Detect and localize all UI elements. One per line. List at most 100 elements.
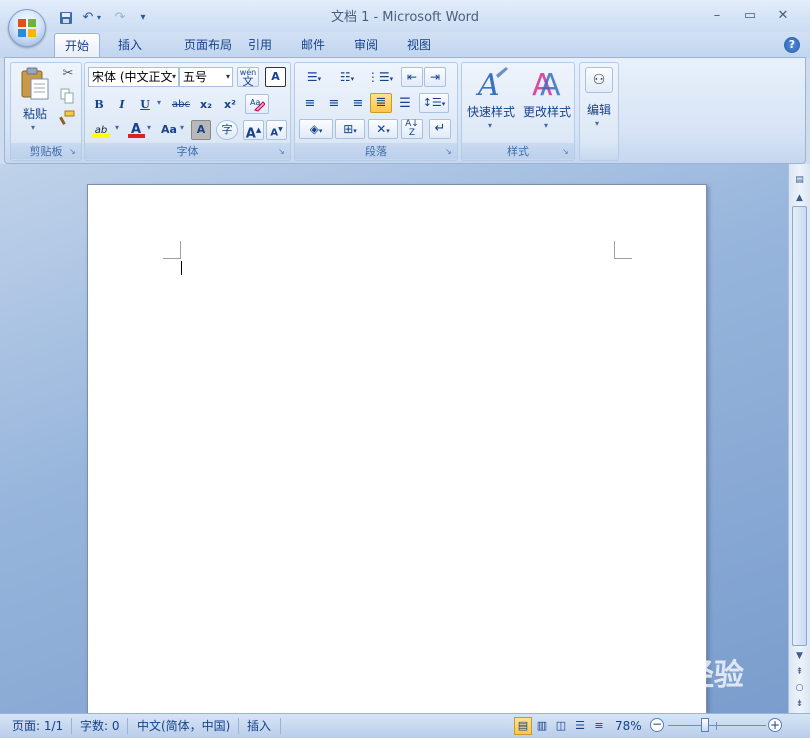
tab-review[interactable]: 审阅 <box>344 33 388 58</box>
asian-layout-button[interactable]: ✕▾ <box>368 119 398 139</box>
zoom-in-icon[interactable]: + <box>768 718 782 732</box>
char-border-button[interactable]: A <box>265 67 286 87</box>
font-name-combo[interactable]: 宋体 (中文正文 ▾ <box>88 67 179 87</box>
align-right-button[interactable]: ≡ <box>347 94 369 114</box>
change-styles-button[interactable]: A A 更改样式 ▾ <box>520 65 574 141</box>
view-buttons: ▤ ▥ ◫ ☰ ≡ <box>514 717 606 735</box>
previous-page-icon[interactable]: ⇞ <box>791 664 808 680</box>
page-count[interactable]: 页面: 1/1 <box>12 717 63 735</box>
redo-icon[interactable]: ↷ <box>110 8 130 28</box>
distributed-button[interactable]: ☰ <box>394 94 416 114</box>
char-shading-button[interactable]: A <box>191 120 211 140</box>
office-button[interactable] <box>8 9 46 47</box>
paragraph-launcher-icon[interactable]: ↘ <box>445 148 454 157</box>
enclose-chars-button[interactable]: 字 <box>216 120 238 140</box>
decrease-indent-button[interactable]: ⇤ <box>401 67 423 87</box>
paste-button[interactable]: 粘贴 ▾ <box>17 67 53 141</box>
align-left-button[interactable]: ≡ <box>299 94 321 114</box>
next-page-icon[interactable]: ⇟ <box>791 696 808 712</box>
print-layout-view-icon[interactable]: ▤ <box>514 717 532 735</box>
paste-icon <box>21 67 49 100</box>
multilevel-list-icon: ⋮☰ <box>366 70 390 84</box>
restore-button[interactable]: ▭ <box>735 6 765 26</box>
multilevel-list-button[interactable]: ⋮☰▾ <box>365 67 395 87</box>
italic-button[interactable]: I <box>112 95 132 115</box>
styles-launcher-icon[interactable]: ↘ <box>562 148 571 157</box>
font-color-button[interactable]: A <box>125 120 147 140</box>
tab-references[interactable]: 引用 <box>238 33 282 58</box>
scroll-down-icon[interactable]: ▼ <box>791 648 808 664</box>
tab-insert[interactable]: 插入 <box>108 33 152 58</box>
scroll-up-icon[interactable]: ▲ <box>791 190 808 206</box>
copy-icon[interactable] <box>59 88 77 106</box>
asian-layout-icon: ✕ <box>376 122 387 136</box>
zoom-slider-thumb[interactable] <box>701 718 709 732</box>
tab-mailings[interactable]: 邮件 <box>291 33 335 58</box>
change-case-button[interactable]: Aa <box>157 120 181 140</box>
select-browse-object-icon[interactable]: ○ <box>791 680 808 696</box>
underline-button[interactable]: U <box>135 95 155 115</box>
tab-home[interactable]: 开始 <box>54 33 100 58</box>
paragraph-mark-icon: ↵ <box>434 121 446 136</box>
styles-group-label: 样式 <box>462 143 574 159</box>
numbering-button[interactable]: ☷▾ <box>332 67 362 87</box>
clear-formatting-button[interactable]: Aa <box>245 94 269 114</box>
grow-font-button[interactable]: A▲ <box>243 120 264 141</box>
font-group: 宋体 (中文正文 ▾ 五号 ▾ wén 文 A B I U ▾ abc x₂ x² … <box>84 62 291 161</box>
clear-formatting-icon: Aa <box>250 98 266 112</box>
increase-indent-button[interactable]: ⇥ <box>424 67 446 87</box>
strikethrough-button[interactable]: abc <box>169 95 193 115</box>
language-indicator[interactable]: 中文(简体，中国) <box>137 717 230 735</box>
font-size-combo[interactable]: 五号 ▾ <box>179 67 233 87</box>
scroll-thumb[interactable] <box>792 206 807 646</box>
full-screen-reading-view-icon[interactable]: ▥ <box>533 717 551 735</box>
font-launcher-icon[interactable]: ↘ <box>278 148 287 157</box>
clipboard-launcher-icon[interactable]: ↘ <box>69 148 78 157</box>
help-icon[interactable]: ? <box>784 37 800 53</box>
outline-view-icon[interactable]: ☰ <box>571 717 589 735</box>
insert-mode[interactable]: 插入 <box>247 717 271 735</box>
font-color-dropdown-icon[interactable]: ▾ <box>147 123 151 132</box>
highlight-button[interactable]: ab <box>89 120 113 140</box>
justify-button[interactable]: ≣ <box>370 93 392 113</box>
vertical-scrollbar[interactable]: ▤ ▲ ▼ ⇞ ○ ⇟ <box>788 164 810 713</box>
sort-button[interactable]: A↓ Z <box>401 119 423 139</box>
subscript-button[interactable]: x₂ <box>195 95 217 115</box>
ruler-toggle-icon[interactable]: ▤ <box>791 172 808 188</box>
font-group-label: 字体 <box>85 143 290 159</box>
font-color-swatch <box>128 134 145 138</box>
shading-button[interactable]: ◈▾ <box>299 119 333 139</box>
office-logo-icon <box>18 19 36 37</box>
undo-dropdown-icon[interactable]: ▾ <box>94 8 104 28</box>
highlight-dropdown-icon[interactable]: ▾ <box>115 123 119 132</box>
minimize-button[interactable]: – <box>702 6 732 26</box>
font-name-value: 宋体 (中文正文 <box>92 70 173 84</box>
shrink-font-button[interactable]: A▼ <box>266 120 287 140</box>
show-marks-button[interactable]: ↵ <box>429 119 451 139</box>
web-layout-view-icon[interactable]: ◫ <box>552 717 570 735</box>
align-center-button[interactable]: ≡ <box>323 94 345 114</box>
superscript-button[interactable]: x² <box>219 95 241 115</box>
customize-qat-icon[interactable]: ▾ <box>136 8 150 28</box>
editing-group[interactable]: ⚇ 编辑 ▾ <box>579 62 619 161</box>
zoom-slider-track[interactable] <box>668 725 766 726</box>
document-page[interactable] <box>87 184 707 724</box>
crop-mark-top-left <box>163 241 181 259</box>
line-spacing-button[interactable]: ↕☰▾ <box>419 93 449 113</box>
phonetic-guide-button[interactable]: wén 文 <box>237 67 259 87</box>
cut-icon[interactable]: ✂ <box>59 66 77 84</box>
borders-button[interactable]: ⊞▾ <box>335 119 365 139</box>
close-button[interactable]: ✕ <box>768 6 798 26</box>
word-count[interactable]: 字数: 0 <box>80 717 120 735</box>
bold-button[interactable]: B <box>89 95 109 115</box>
format-painter-icon[interactable] <box>59 110 77 128</box>
draft-view-icon[interactable]: ≡ <box>590 717 608 735</box>
zoom-level[interactable]: 78% <box>615 717 642 735</box>
save-icon[interactable] <box>56 8 76 28</box>
change-case-dropdown-icon[interactable]: ▾ <box>180 123 184 132</box>
quick-styles-button[interactable]: A 快速样式 ▾ <box>464 65 518 141</box>
zoom-out-icon[interactable]: − <box>650 718 664 732</box>
underline-dropdown-icon[interactable]: ▾ <box>157 98 161 107</box>
bullets-button[interactable]: ☰▾ <box>299 67 329 87</box>
tab-view[interactable]: 视图 <box>397 33 441 58</box>
